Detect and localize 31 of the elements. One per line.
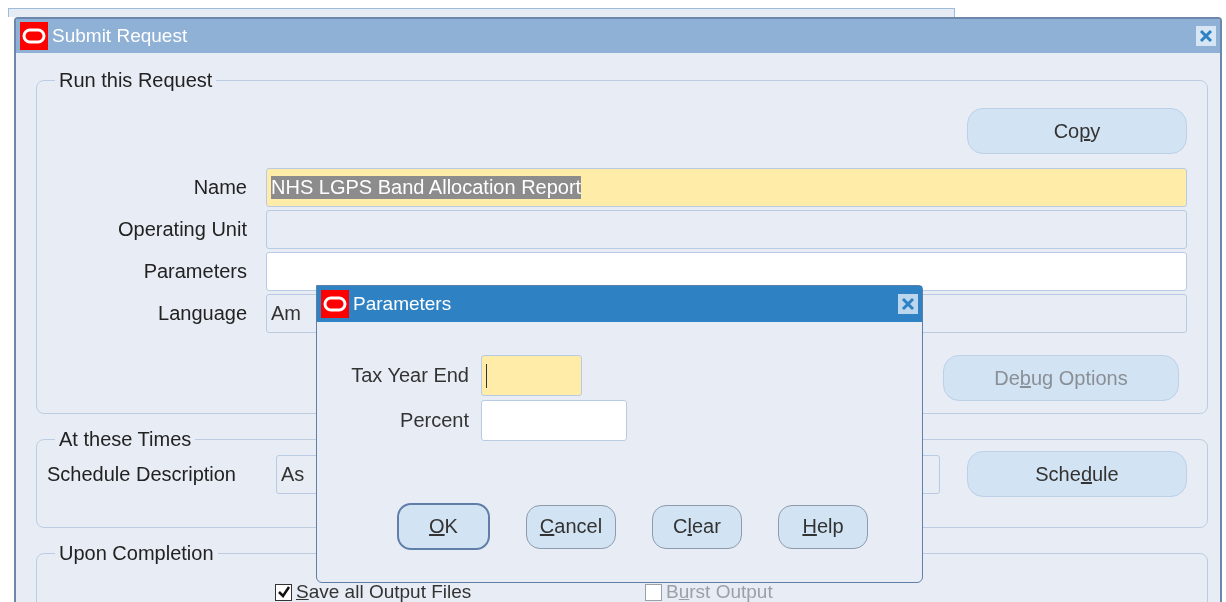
close-icon[interactable]	[1196, 26, 1216, 46]
copy-button[interactable]: Copy	[967, 108, 1187, 154]
dialog-button[interactable]: Help	[778, 504, 868, 549]
field-label: Language	[157, 302, 247, 325]
section-title: Run this Request	[58, 69, 214, 92]
field-label: Schedule Description	[47, 462, 237, 486]
field-label: Parameters	[142, 260, 247, 283]
schedule-button[interactable]: Schedule	[967, 451, 1187, 497]
field-label: Name	[192, 176, 247, 199]
close-icon[interactable]	[898, 294, 918, 314]
checkbox[interactable]: Save all Output Files	[275, 581, 645, 602]
field-label: Tax Year End	[350, 364, 469, 387]
field-label: Percent	[399, 409, 469, 432]
dialog-title: Parameters	[353, 293, 453, 315]
section-title: Upon Completion	[58, 542, 215, 565]
field-value: As	[281, 462, 305, 486]
check-icon	[276, 585, 291, 599]
logo-icon	[321, 290, 349, 318]
dialog-button[interactable]: OK	[397, 503, 490, 550]
dialog-button[interactable]: Cancel	[526, 504, 616, 549]
field-label: Operating Unit	[117, 218, 247, 241]
input-field[interactable]	[481, 400, 627, 441]
selected-text: NHS LGPS Band Allocation Report	[271, 176, 582, 199]
section-title: At these Times	[58, 428, 193, 451]
logo-icon	[20, 22, 48, 50]
input-field[interactable]	[266, 210, 1187, 249]
window-title: Submit Request	[52, 25, 189, 47]
input-field[interactable]	[481, 355, 582, 396]
field-value: Am	[271, 302, 301, 325]
dialog-button[interactable]: Clear	[652, 504, 742, 549]
input-field[interactable]	[266, 252, 1187, 291]
